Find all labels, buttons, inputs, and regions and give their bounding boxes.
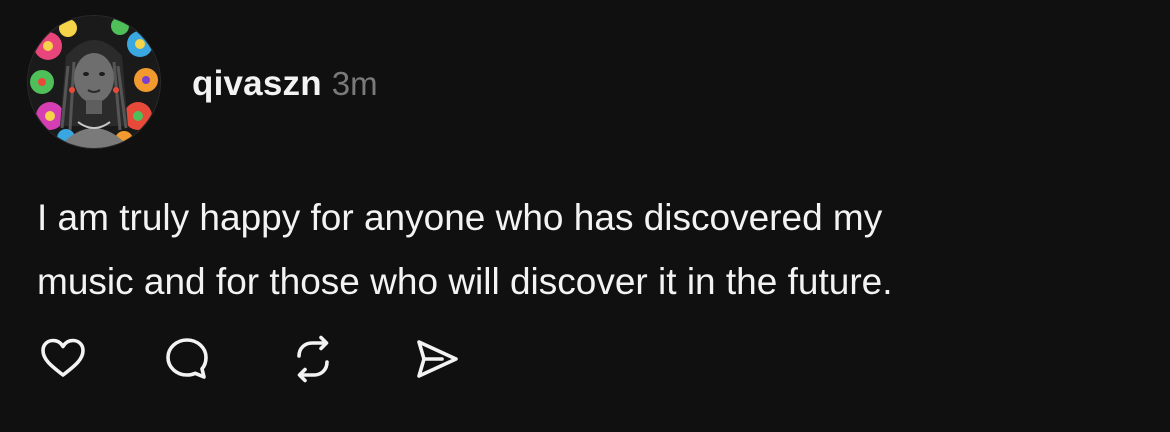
repost-button[interactable]: [284, 330, 342, 388]
post-card: qivaszn 3m I am truly happy for anyone w…: [0, 0, 1170, 432]
post-text-line: music and for those who will discover it…: [37, 261, 893, 302]
timestamp: 3m: [331, 65, 378, 102]
repost-arrows-icon: [297, 335, 329, 383]
post-header: qivaszn 3m: [192, 64, 378, 108]
heart-icon: [41, 338, 85, 377]
action-bar: [34, 330, 494, 388]
like-button[interactable]: [34, 330, 92, 388]
avatar[interactable]: [28, 16, 160, 148]
speech-bubble-icon: [166, 338, 208, 379]
share-button[interactable]: [408, 330, 466, 388]
post-text: I am truly happy for anyone who has disc…: [37, 186, 1137, 314]
post-text-line: I am truly happy for anyone who has disc…: [37, 197, 883, 238]
reply-button[interactable]: [158, 330, 216, 388]
avatar-image: [28, 16, 160, 148]
send-arrow-icon: [417, 340, 458, 378]
username[interactable]: qivaszn: [192, 64, 322, 104]
